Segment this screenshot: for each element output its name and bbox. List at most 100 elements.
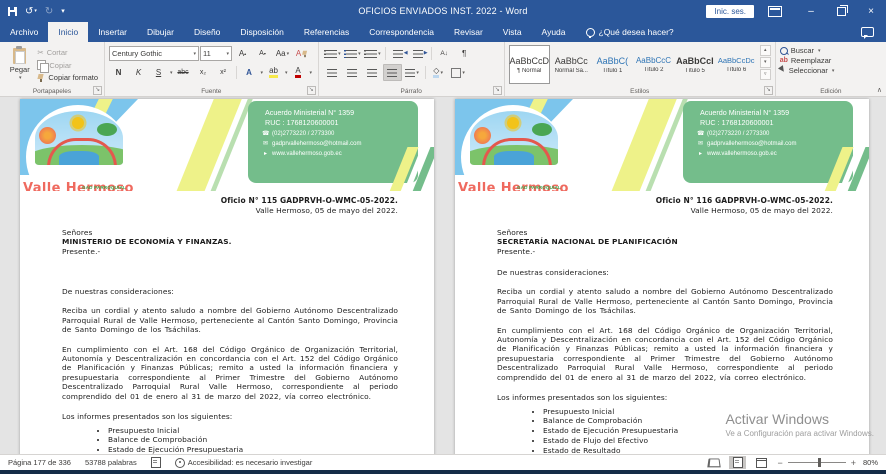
tab-archivo[interactable]: Archivo	[0, 22, 48, 42]
proofing-status[interactable]	[151, 457, 161, 468]
scissors-icon: ✂	[37, 48, 43, 57]
font-color-options-icon[interactable]: ▾	[310, 70, 313, 76]
multilevel-list-button[interactable]: ▾	[363, 45, 382, 62]
replace-button[interactable]: abReemplazar	[780, 56, 882, 65]
numbered-list-button[interactable]: ▾	[343, 45, 362, 62]
accessibility-status[interactable]: Accesibilidad: es necesario investigar	[175, 458, 313, 468]
paste-button[interactable]: Pegar ▾	[4, 45, 35, 85]
superscript-button[interactable]: x²	[214, 64, 233, 81]
dialog-launcher-icon[interactable]: ↘	[493, 86, 502, 95]
show-paragraph-marks-button[interactable]: ¶	[455, 45, 474, 62]
dialog-launcher-icon[interactable]: ↘	[307, 86, 316, 95]
strikethrough-button[interactable]: abc	[174, 64, 193, 81]
line-spacing-button[interactable]: ▾	[403, 64, 422, 81]
sort-button[interactable]: A↓	[435, 45, 454, 62]
clear-formatting-button[interactable]: A	[293, 45, 312, 62]
group-font: Century Gothic▾ 11▾ A▴ A▾ Aa▾ A N K S ▾ …	[105, 42, 319, 96]
web-layout-button[interactable]	[753, 456, 770, 469]
change-case-button[interactable]: Aa▾	[273, 45, 292, 62]
tab-insertar[interactable]: Insertar	[88, 22, 137, 42]
letterhead: Valle Hermoso GAD PARROQUIAL Acuerdo Min…	[20, 99, 434, 191]
undo-icon[interactable]: ↺▾	[25, 6, 37, 17]
zoom-level[interactable]: 80%	[863, 458, 878, 467]
align-center-button[interactable]	[343, 64, 362, 81]
shading-button[interactable]: ◇▾	[429, 64, 448, 81]
replace-icon: ab	[780, 57, 788, 64]
justify-button[interactable]	[383, 64, 402, 81]
font-size-select[interactable]: 11▾	[200, 46, 232, 61]
page-count[interactable]: Página 177 de 336	[8, 458, 71, 467]
list-item: Estado de Ejecución Presupuestaria	[543, 426, 833, 435]
italic-button[interactable]: K	[129, 64, 148, 81]
style-titulo-5[interactable]: AaBbCcI Título 5	[675, 45, 715, 84]
styles-gallery-more-icon[interactable]: ▿	[760, 69, 771, 80]
find-button[interactable]: Buscar▾	[780, 46, 882, 55]
borders-button[interactable]: ▾	[449, 64, 468, 81]
copy-button[interactable]: Copiar	[35, 59, 100, 71]
underline-button[interactable]: S	[149, 64, 168, 81]
style-titulo-6[interactable]: AaBbCcDc Título 6	[717, 45, 756, 84]
bold-button[interactable]: N	[109, 64, 128, 81]
word-count[interactable]: 53788 palabras	[85, 458, 137, 467]
ribbon-display-options-icon[interactable]	[768, 6, 782, 17]
increase-indent-button[interactable]: ▶	[409, 45, 428, 62]
underline-options-icon[interactable]: ▾	[170, 70, 173, 76]
style-normal[interactable]: AaBbCcD ¶ Normal	[509, 45, 550, 84]
decrease-indent-button[interactable]: ◀	[389, 45, 408, 62]
style-titulo-2[interactable]: AaBbCcC Título 2	[634, 45, 673, 84]
shrink-font-button[interactable]: A▾	[253, 45, 272, 62]
zoom-out-button[interactable]: −	[777, 458, 782, 468]
highlight-options-icon[interactable]: ▾	[285, 70, 288, 76]
read-mode-button[interactable]	[705, 456, 722, 469]
styles-scroll-up-icon[interactable]: ▴	[760, 45, 771, 56]
zoom-in-button[interactable]: +	[851, 458, 856, 468]
website-url: www.vallehermoso.gob.ec	[272, 151, 342, 157]
tab-disposicion[interactable]: Disposición	[230, 22, 293, 42]
customize-qat-icon[interactable]: ▾	[61, 7, 65, 15]
font-family-select[interactable]: Century Gothic▾	[109, 46, 199, 61]
minimize-button[interactable]: –	[796, 0, 826, 22]
format-painter-button[interactable]: Copiar formato	[35, 72, 100, 83]
tab-referencias[interactable]: Referencias	[294, 22, 359, 42]
restore-button[interactable]	[826, 0, 856, 22]
letter-body[interactable]: Oficio N° 115 GADPRVH-O-WMC-05-2022. Val…	[20, 196, 434, 454]
subscript-button[interactable]: x₂	[194, 64, 213, 81]
zoom-slider[interactable]	[788, 462, 846, 463]
select-button[interactable]: Seleccionar▾	[780, 66, 882, 75]
style-normal-sa[interactable]: AaBbCc Normal Sa...	[552, 45, 591, 84]
tab-ayuda[interactable]: Ayuda	[532, 22, 576, 42]
print-layout-button[interactable]	[729, 456, 746, 469]
letter-body[interactable]: Oficio N° 116 GADPRVH-O-WMC-05-2022. Val…	[455, 196, 869, 454]
align-right-button[interactable]	[363, 64, 382, 81]
text-effects-button[interactable]: A	[240, 64, 259, 81]
document-page-2[interactable]: Valle Hermoso GAD PARROQUIAL Acuerdo Min…	[455, 99, 869, 454]
document-page-1[interactable]: Valle Hermoso GAD PARROQUIAL Acuerdo Min…	[20, 99, 434, 454]
font-color-button[interactable]: A	[295, 67, 300, 78]
tell-me-box[interactable]: ¿Qué desea hacer?	[576, 22, 684, 42]
dialog-launcher-icon[interactable]: ↘	[764, 86, 773, 95]
collapse-ribbon-icon[interactable]: ∧	[877, 86, 882, 94]
valle-hermoso-logo	[470, 111, 558, 165]
tab-correspondencia[interactable]: Correspondencia	[359, 22, 444, 42]
save-icon[interactable]	[8, 7, 17, 16]
align-left-button[interactable]	[323, 64, 342, 81]
header-info-box: Acuerdo Ministerial N° 1359 RUC : 176812…	[683, 101, 853, 183]
tab-inicio[interactable]: Inicio	[48, 22, 88, 42]
highlight-button[interactable]: ab	[269, 67, 278, 78]
tab-diseno[interactable]: Diseño	[184, 22, 230, 42]
cut-button[interactable]: ✂Cortar	[35, 47, 100, 58]
tab-revisar[interactable]: Revisar	[444, 22, 493, 42]
tab-dibujar[interactable]: Dibujar	[137, 22, 184, 42]
zoom-slider-handle[interactable]	[818, 458, 821, 467]
style-titulo-1[interactable]: AaBbC( Título 1	[593, 45, 632, 84]
styles-scroll-down-icon[interactable]: ▾	[760, 57, 771, 68]
greeting: De nuestras consideraciones:	[497, 268, 833, 277]
dialog-launcher-icon[interactable]: ↘	[93, 86, 102, 95]
text-effects-options-icon[interactable]: ▾	[261, 70, 264, 76]
grow-font-button[interactable]: A▴	[233, 45, 252, 62]
close-button[interactable]: ×	[856, 0, 886, 22]
sign-in-button[interactable]: Inic. ses.	[706, 5, 754, 18]
bullet-list-button[interactable]: ▾	[323, 45, 342, 62]
tab-vista[interactable]: Vista	[493, 22, 532, 42]
feedback-comment-icon[interactable]	[861, 27, 874, 37]
